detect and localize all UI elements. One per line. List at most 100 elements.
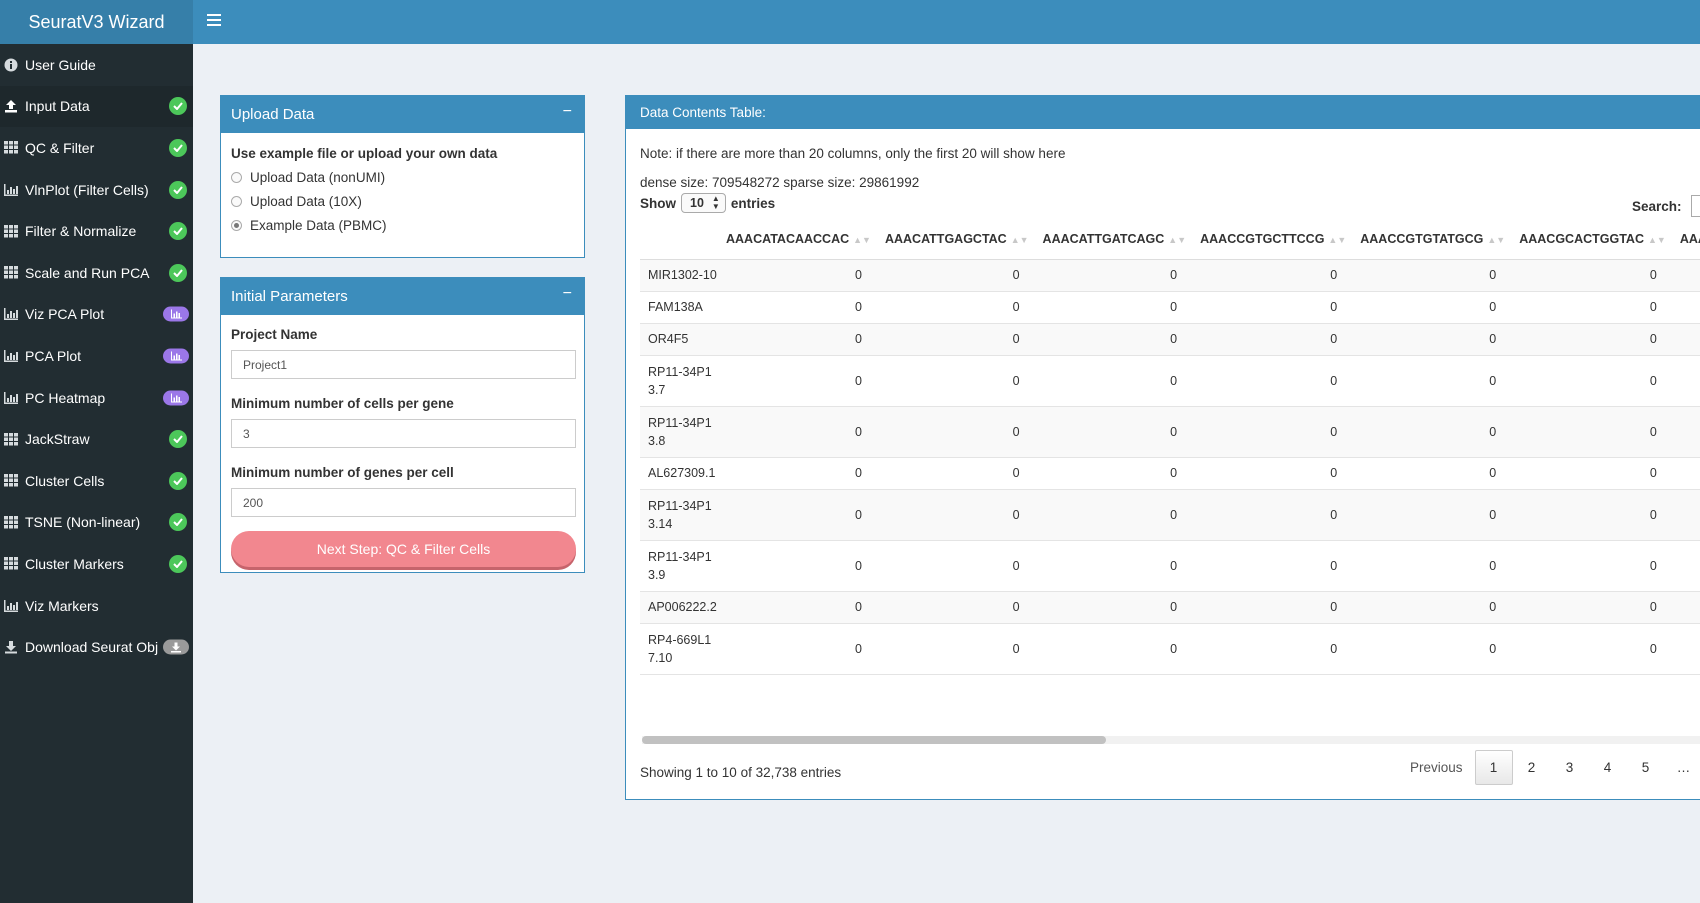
value-cell: 0	[1034, 623, 1193, 675]
sidebar: User Guide Input Data QC & Filter VlnPlot (…	[0, 44, 193, 903]
value-cell: 0	[1352, 489, 1512, 541]
page-button-2[interactable]: 2	[1513, 750, 1551, 785]
column-header[interactable]: AAACATTGAGCTAC ▲▼	[876, 219, 1035, 260]
sort-icon: ▲▼	[853, 234, 871, 245]
sidebar-item-qc-filter[interactable]: QC & Filter	[0, 127, 193, 169]
radio-option-upload-data-nonumi[interactable]: Upload Data (nonUMI)	[231, 165, 574, 189]
collapse-button[interactable]: −	[563, 286, 572, 302]
value-cell: 0	[1034, 355, 1193, 407]
collapse-button[interactable]: −	[563, 104, 572, 120]
value-cell: 0	[1352, 591, 1512, 624]
column-header[interactable]: AAACATACAACCAC ▲▼	[718, 219, 877, 260]
sidebar-item-vlnplot-filter-cells[interactable]: VlnPlot (Filter Cells)	[0, 169, 193, 211]
sidebar-toggle-icon[interactable]	[207, 14, 221, 28]
value-cell: 0	[1034, 291, 1193, 324]
value-cell: 0	[1192, 591, 1353, 624]
next-step-button[interactable]: Next Step: QC & Filter Cells	[231, 531, 576, 567]
sidebar-item-cluster-markers[interactable]: Cluster Markers	[0, 543, 193, 585]
value-cell: 0	[718, 540, 877, 592]
min-genes-label: Minimum number of genes per cell	[231, 465, 454, 480]
value-cell: 0	[1511, 540, 1672, 592]
matrix-size-text: dense size: 709548272 sparse size: 29861…	[640, 175, 920, 190]
sidebar-item-label: TSNE (Non-linear)	[25, 514, 141, 531]
radio-option-upload-data-10x[interactable]: Upload Data (10X)	[231, 189, 574, 213]
min-cells-input[interactable]	[231, 419, 576, 448]
sidebar-item-scale-and-run-pca[interactable]: Scale and Run PCA	[0, 252, 193, 294]
value-cell: 0	[876, 406, 1035, 458]
sidebar-item-download-seurat-obj[interactable]: Download Seurat Obj	[0, 626, 193, 668]
value-cell-clipped	[1671, 623, 1700, 675]
gene-column-header[interactable]	[640, 219, 718, 260]
value-cell: 0	[718, 457, 877, 490]
column-header[interactable]: AAACGCACTGGTAC ▲▼	[1511, 219, 1672, 260]
sidebar-item-pc-heatmap[interactable]: PC Heatmap	[0, 377, 193, 419]
sidebar-item-cluster-cells[interactable]: Cluster Cells	[0, 460, 193, 502]
page-button-3[interactable]: 3	[1551, 750, 1589, 785]
value-cell-clipped	[1671, 591, 1700, 624]
sidebar-item-label: Input Data	[25, 98, 90, 115]
page-button-1[interactable]: 1	[1474, 750, 1513, 785]
column-header-label: AAACATACAACCAC	[726, 231, 850, 246]
radio-option-example-data-pbmc[interactable]: Example Data (PBMC)	[231, 213, 574, 237]
value-cell: 0	[876, 540, 1035, 592]
gene-cell: MIR1302-10	[640, 259, 718, 292]
radio-button[interactable]	[231, 219, 242, 231]
check-icon	[169, 430, 187, 449]
sidebar-item-filter-normalize[interactable]: Filter & Normalize	[0, 210, 193, 252]
page-length-select[interactable]: 10 ▲ ▼	[681, 193, 726, 213]
value-cell: 0	[718, 323, 877, 356]
grid-icon	[3, 556, 19, 572]
gene-cell: RP11-34P13.14	[640, 489, 718, 541]
sort-icon: ▲▼	[1328, 234, 1347, 245]
table-row: FAM138A 0 0 0 0 0 0	[640, 291, 1700, 324]
gene-cell: RP11-34P13.7	[640, 355, 718, 407]
table-note: Note: if there are more than 20 columns,…	[640, 146, 1066, 161]
table-scroll-area: AAACATACAACCAC ▲▼ AAACATTGAGCTAC ▲▼ AAACATTG…	[640, 219, 1700, 715]
gene-name: RP11-34P13.14	[648, 498, 712, 531]
value-cell: 0	[1511, 457, 1672, 490]
search-input[interactable]	[1690, 195, 1700, 217]
column-header[interactable]: AAACCGTGTATGCG ▲▼	[1352, 219, 1512, 260]
app-title[interactable]: SeuratV3 Wizard	[0, 0, 193, 44]
value-cell: 0	[718, 259, 877, 292]
sidebar-item-viz-pca-plot[interactable]: Viz PCA Plot	[0, 294, 193, 336]
value-cell: 0	[1352, 457, 1512, 490]
sidebar-item-label: PC Heatmap	[25, 389, 106, 406]
data-source-radio-group: Upload Data (nonUMI) Upload Data (10X) Exa…	[231, 165, 574, 237]
column-header[interactable]: AAACGCTGA	[1671, 219, 1700, 260]
page-button-5[interactable]: 5	[1627, 750, 1665, 785]
page-button-6[interactable]: …	[1665, 750, 1700, 785]
value-cell: 0	[876, 457, 1035, 490]
sidebar-item-input-data[interactable]: Input Data	[0, 85, 193, 128]
value-cell: 0	[876, 355, 1035, 407]
gene-name: RP11-34P13.7	[648, 364, 712, 397]
horizontal-scrollbar[interactable]	[642, 736, 1700, 744]
bar-chart-icon	[3, 390, 19, 406]
min-genes-input[interactable]	[231, 488, 576, 517]
grid-icon	[3, 265, 19, 281]
value-cell: 0	[1511, 291, 1672, 324]
radio-button[interactable]	[231, 195, 242, 207]
page-button-4[interactable]: 4	[1589, 750, 1627, 785]
value-cell: 0	[718, 406, 877, 458]
previous-page-button[interactable]: Previous	[1404, 750, 1469, 785]
gene-cell: RP11-34P13.8	[640, 406, 718, 458]
grid-icon	[3, 140, 19, 156]
bar-chart-icon	[3, 306, 19, 322]
sort-icon: ▲▼	[1487, 234, 1506, 245]
sidebar-item-pca-plot[interactable]: PCA Plot	[0, 335, 193, 377]
column-header[interactable]: AAACCGTGCTTCCG ▲▼	[1192, 219, 1353, 260]
table-row: AL627309.1 0 0 0 0 0 0	[640, 457, 1700, 490]
sidebar-item-tsne-non-linear[interactable]: TSNE (Non-linear)	[0, 502, 193, 544]
radio-button[interactable]	[231, 171, 242, 183]
sidebar-item-jackstraw[interactable]: JackStraw	[0, 418, 193, 460]
column-header[interactable]: AAACATTGATCAGC ▲▼	[1034, 219, 1193, 260]
sidebar-item-user-guide[interactable]: User Guide	[0, 44, 193, 86]
gene-name: RP11-34P13.9	[648, 549, 712, 582]
scrollbar-thumb[interactable]	[642, 736, 1106, 744]
sidebar-item-label: PCA Plot	[25, 347, 82, 364]
top-navbar	[193, 0, 1700, 44]
project-name-input[interactable]	[231, 350, 576, 379]
grid-icon	[3, 473, 19, 489]
sidebar-item-viz-markers[interactable]: Viz Markers	[0, 585, 193, 627]
